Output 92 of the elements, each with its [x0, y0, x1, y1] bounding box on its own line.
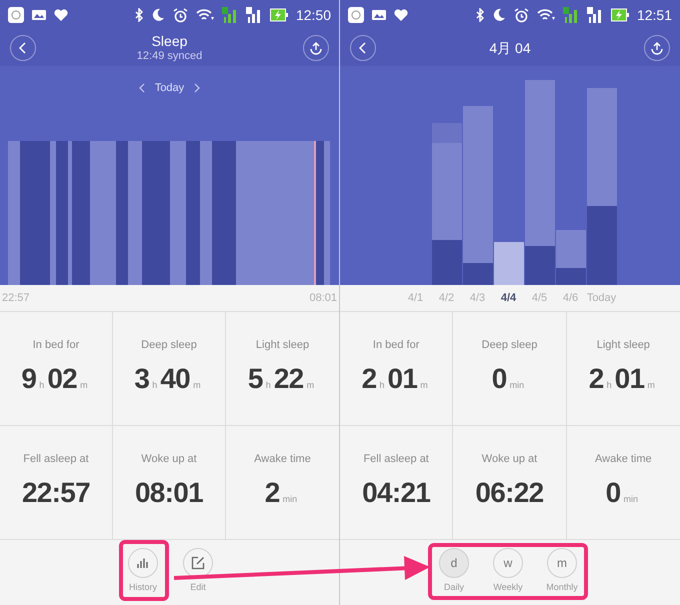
date-tab[interactable]: 4/4: [493, 290, 524, 306]
next-icon: [194, 83, 200, 94]
stat-label: Deep sleep: [482, 338, 538, 354]
stat-label: Fell asleep at: [23, 452, 89, 468]
stat-label: Awake time: [595, 452, 652, 468]
period-letter: m: [557, 555, 567, 572]
unit-label: m: [193, 378, 201, 392]
stat-label: Light sleep: [256, 338, 310, 354]
alarm-icon: [172, 8, 188, 22]
signal-icon: [222, 7, 238, 23]
stat-value: 9: [21, 362, 36, 396]
stat-value: 01: [387, 362, 418, 396]
unit-label: h: [266, 378, 271, 392]
period-letter: w: [504, 555, 512, 572]
stat-label: In bed for: [372, 338, 420, 354]
stat-label: Woke up at: [141, 452, 197, 468]
stat-value: 5: [248, 362, 263, 396]
date-tab[interactable]: 4/1: [400, 290, 431, 306]
image-icon: [372, 9, 386, 21]
unit-label: h: [39, 378, 44, 392]
stat-label: Fell asleep at: [363, 452, 429, 468]
sync-status: 12:49 synced: [136, 50, 202, 63]
moon-icon: [150, 8, 165, 22]
app-icon: [348, 7, 364, 23]
unit-label: h: [379, 378, 384, 392]
wifi-icon: [196, 8, 214, 22]
app-icon: [8, 7, 24, 23]
unit-label: h: [152, 378, 158, 392]
image-icon: [32, 9, 46, 21]
unit-label: h: [606, 378, 612, 392]
wifi-icon: [536, 8, 555, 22]
share-icon: [650, 41, 664, 55]
stat-value: 2: [362, 362, 376, 396]
date-tab[interactable]: 4/2: [431, 290, 462, 306]
unit-label: m: [80, 378, 88, 392]
unit-label: m: [420, 378, 428, 392]
alarm-icon: [514, 8, 529, 22]
battery-icon: [270, 8, 288, 22]
stat-value: 0: [492, 362, 507, 396]
period-letter: d: [450, 555, 458, 572]
back-button[interactable]: [10, 35, 36, 61]
stat-value: 08:01: [134, 476, 204, 510]
time-label: 22:57: [2, 290, 30, 306]
stat-value: 22: [274, 362, 304, 396]
moon-icon: [492, 8, 506, 22]
date-tab[interactable]: 4/6: [555, 290, 586, 306]
stat-label: In bed for: [32, 338, 80, 354]
stat-value: 01: [614, 362, 644, 396]
signal-icon: [246, 7, 262, 23]
share-button[interactable]: [644, 35, 670, 61]
back-icon: [19, 42, 27, 54]
back-icon: [359, 42, 367, 54]
bar-chart-icon: [137, 558, 149, 568]
edit-icon: [191, 556, 205, 570]
battery-icon: [610, 8, 629, 22]
back-button[interactable]: [350, 35, 376, 61]
stat-value: 02: [47, 362, 78, 396]
bluetooth-icon: [476, 8, 484, 22]
heart-icon: [394, 8, 408, 22]
time-label: 08:01: [309, 290, 337, 306]
stat-value: 22:57: [22, 476, 90, 510]
date-tab[interactable]: Today: [586, 290, 617, 306]
status-time: 12:50: [296, 6, 331, 24]
stat-label: Light sleep: [596, 338, 650, 354]
stat-value: 0: [606, 476, 620, 510]
bluetooth-icon: [134, 8, 143, 22]
unit-label: m: [647, 378, 655, 392]
stat-value: 3: [134, 362, 150, 396]
stat-value: 04:21: [362, 476, 430, 510]
stat-label: Woke up at: [482, 452, 538, 468]
date-tab[interactable]: 4/5: [524, 290, 555, 306]
stat-value: 40: [160, 362, 190, 396]
previous-icon: [138, 83, 145, 94]
stat-label: Awake time: [254, 452, 311, 468]
stat-value: 2: [264, 476, 280, 510]
screen-title: 4月 04: [489, 40, 531, 56]
status-time: 12:51: [636, 6, 672, 24]
stat-label: Deep sleep: [141, 338, 197, 354]
unit-label: m: [306, 378, 314, 392]
unit-label: min: [282, 492, 298, 506]
date-label: Today: [154, 81, 184, 96]
heart-icon: [54, 8, 68, 22]
share-icon: [309, 41, 323, 55]
stat-value: 06:22: [475, 476, 544, 510]
date-tab[interactable]: 4/3: [462, 290, 493, 306]
signal-icon: [586, 7, 603, 23]
signal-icon: [562, 7, 579, 23]
unit-label: min: [624, 492, 638, 506]
screen-title: Sleep: [152, 33, 188, 50]
stat-value: 2: [588, 362, 604, 396]
share-button[interactable]: [303, 35, 329, 61]
unit-label: min: [510, 378, 524, 392]
